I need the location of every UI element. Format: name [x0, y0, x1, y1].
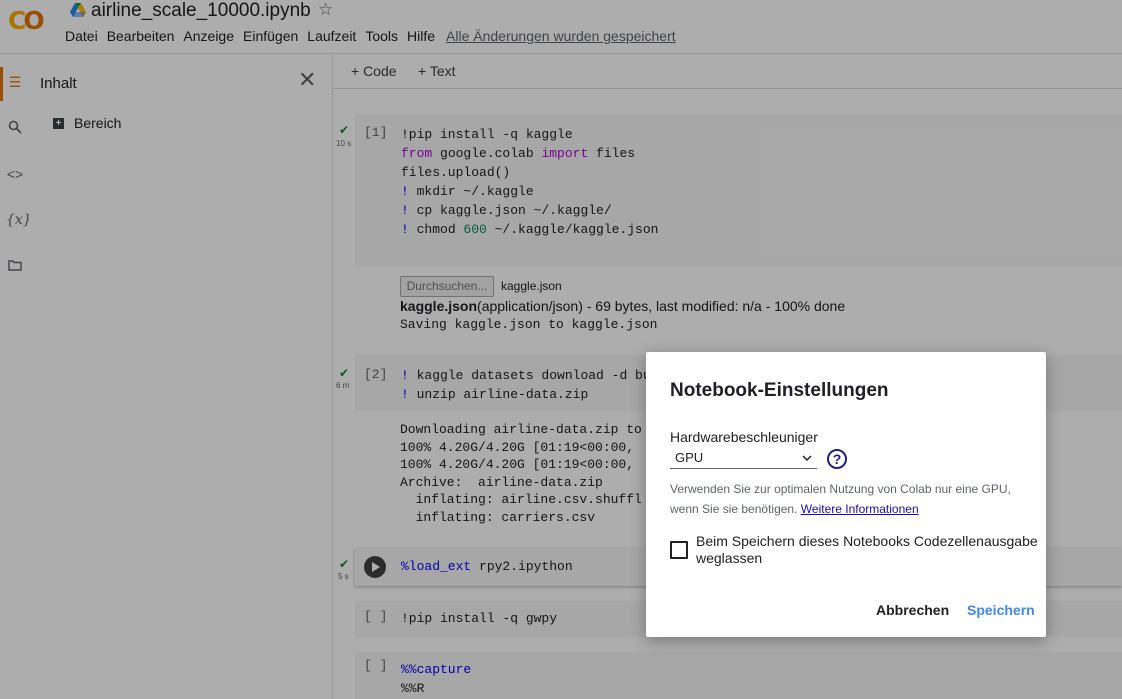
dialog-title: Notebook-Einstellungen: [670, 380, 889, 401]
dialog-description: Verwenden Sie zur optimalen Nutzung von …: [670, 482, 1011, 516]
help-icon[interactable]: ?: [827, 449, 847, 469]
chevron-down-icon: [802, 448, 812, 470]
omit-output-label[interactable]: Beim Speichern dieses Notebooks Codezell…: [696, 533, 1041, 567]
hardware-accelerator-select[interactable]: GPU: [670, 448, 817, 469]
notebook-settings-dialog: Notebook-Einstellungen Hardwarebeschleun…: [646, 352, 1046, 637]
cancel-button[interactable]: Abbrechen: [876, 602, 949, 618]
hardware-accelerator-label: Hardwarebeschleuniger: [670, 429, 818, 445]
save-button[interactable]: Speichern: [967, 602, 1035, 618]
hardware-accelerator-value: GPU: [675, 450, 704, 465]
omit-output-checkbox[interactable]: [670, 541, 688, 559]
more-info-link[interactable]: Weitere Informationen: [801, 502, 919, 516]
